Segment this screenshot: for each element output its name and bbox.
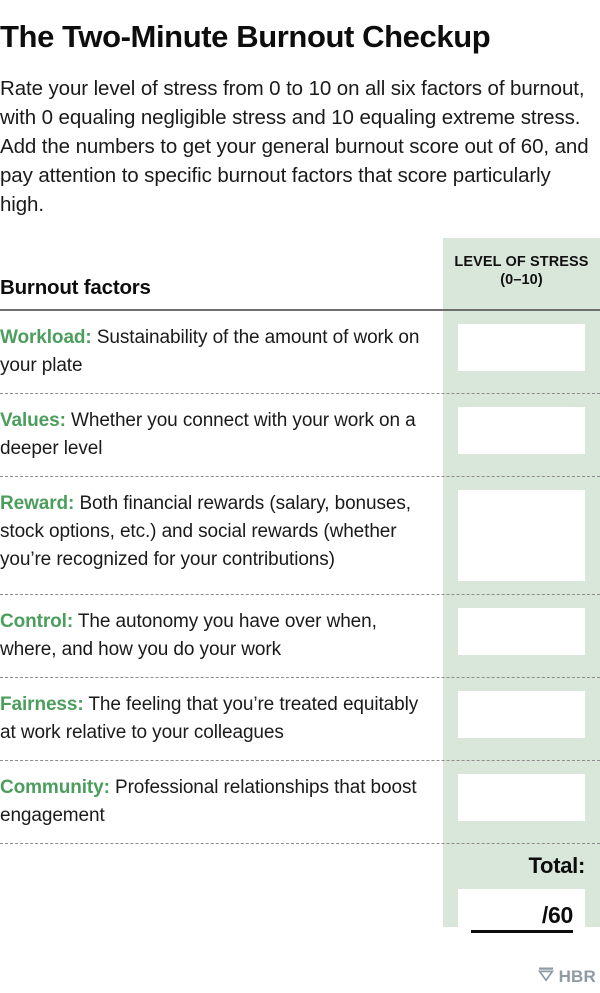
factor-description-cell: Workload: Sustainability of the amount o… [0, 324, 443, 380]
factor-text: Reward: Both financial rewards (salary, … [0, 490, 431, 574]
factor-score-cell [443, 490, 600, 581]
page-title: The Two-Minute Burnout Checkup [0, 18, 491, 54]
table-rows: Burnout factors LEVEL OF STRESS (0–10) W… [0, 238, 600, 958]
factor-score-cell [443, 407, 600, 454]
table-row: Workload: Sustainability of the amount o… [0, 311, 600, 393]
shield-icon [537, 966, 554, 988]
burnout-factors-table: Burnout factors LEVEL OF STRESS (0–10) W… [0, 238, 600, 958]
header-score-cell: LEVEL OF STRESS (0–10) [443, 238, 600, 309]
factor-score-cell [443, 774, 600, 821]
intro-paragraph: Rate your level of stress from 0 to 10 o… [0, 76, 589, 217]
factor-text: Workload: Sustainability of the amount o… [0, 324, 431, 380]
header-factors-cell: Burnout factors [0, 238, 443, 309]
factor-score-cell [443, 324, 600, 371]
score-input[interactable] [458, 608, 585, 655]
factor-name: Fairness: [0, 694, 84, 715]
table-row: Values: Whether you connect with your wo… [0, 394, 600, 476]
factor-description-cell: Reward: Both financial rewards (salary, … [0, 490, 443, 574]
score-input[interactable] [458, 774, 585, 821]
total-label: Total: [528, 853, 586, 878]
hbr-logo: HBR [537, 966, 596, 988]
burnout-checkup-worksheet: The Two-Minute Burnout Checkup Rate your… [0, 0, 600, 993]
header-factors-label: Burnout factors [0, 276, 151, 299]
factor-name: Community: [0, 777, 110, 798]
score-input[interactable] [458, 691, 585, 738]
header-score-label-line2: (0–10) [500, 271, 543, 288]
factor-score-cell [443, 608, 600, 655]
factor-name: Control: [0, 611, 74, 632]
header-score-label-line1: LEVEL OF STRESS [454, 253, 589, 270]
factor-text: Community: Professional relationships th… [0, 774, 431, 830]
factor-description-cell: Values: Whether you connect with your wo… [0, 407, 443, 463]
factor-text: Values: Whether you connect with your wo… [0, 407, 431, 463]
footer: HBR [0, 960, 600, 993]
factor-text: Control: The autonomy you have over when… [0, 608, 431, 664]
factor-score-cell [443, 691, 600, 738]
factor-text: Fairness: The feeling that you’re treate… [0, 691, 431, 747]
factor-description-cell: Control: The autonomy you have over when… [0, 608, 443, 664]
table-row: Fairness: The feeling that you’re treate… [0, 678, 600, 760]
factor-description-cell: Fairness: The feeling that you’re treate… [0, 691, 443, 747]
total-suffix: /60 [541, 902, 573, 928]
score-input[interactable] [458, 324, 585, 371]
total-input-inner: /60 [471, 903, 573, 933]
score-input[interactable] [458, 407, 585, 454]
factor-name: Workload: [0, 327, 92, 348]
table-row: Community: Professional relationships th… [0, 761, 600, 843]
score-input[interactable] [458, 490, 585, 581]
total-score-cell: Total: /60 [443, 853, 600, 942]
hbr-logo-text: HBR [558, 967, 596, 986]
table-row: Control: The autonomy you have over when… [0, 595, 600, 677]
factor-description-cell: Community: Professional relationships th… [0, 774, 443, 830]
factor-name: Reward: [0, 493, 75, 514]
factor-name: Values: [0, 410, 66, 431]
table-header-row: Burnout factors LEVEL OF STRESS (0–10) [0, 238, 600, 309]
total-underline [471, 930, 573, 933]
total-input[interactable]: /60 [458, 889, 585, 942]
total-row: Total: /60 [0, 844, 600, 958]
table-row: Reward: Both financial rewards (salary, … [0, 477, 600, 594]
